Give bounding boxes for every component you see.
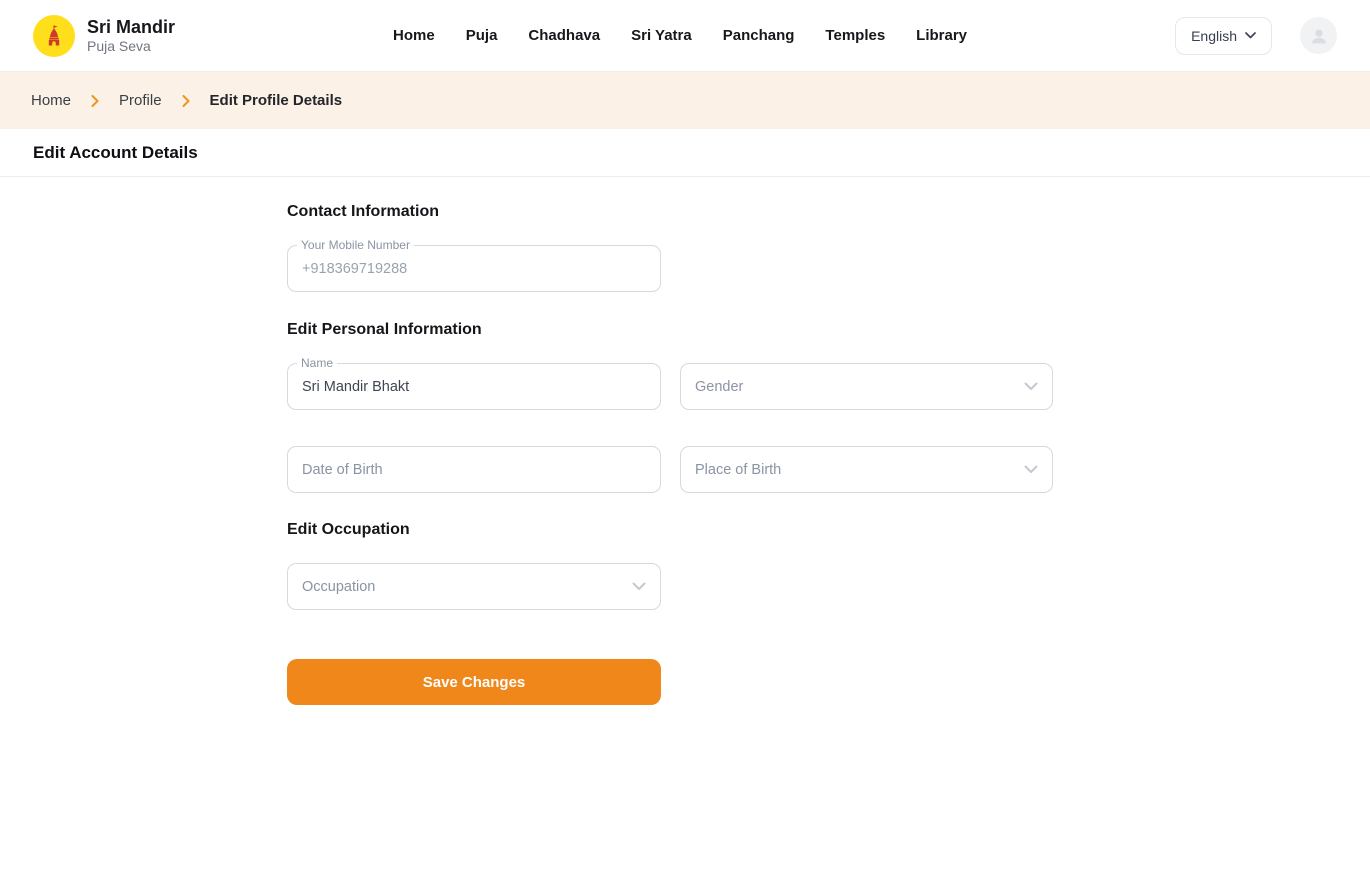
nav-item-temples[interactable]: Temples	[825, 27, 885, 44]
mobile-number-field: Your Mobile Number	[287, 245, 661, 292]
nav-item-home[interactable]: Home	[393, 27, 435, 44]
name-input[interactable]	[288, 364, 660, 409]
top-header: Sri Mandir Puja Seva Home Puja Chadhava …	[0, 0, 1370, 72]
page-title: Edit Account Details	[33, 143, 198, 163]
place-of-birth-placeholder: Place of Birth	[695, 462, 781, 478]
language-selector[interactable]: English	[1175, 17, 1272, 55]
dob-field	[287, 446, 661, 493]
main-nav: Home Puja Chadhava Sri Yatra Panchang Te…	[305, 27, 1055, 44]
occupation-placeholder: Occupation	[302, 579, 375, 595]
brand-subtitle: Puja Seva	[87, 38, 175, 54]
save-changes-button[interactable]: Save Changes	[287, 659, 661, 705]
chevron-right-icon	[91, 95, 99, 107]
chevron-down-icon	[1024, 382, 1038, 391]
gender-select[interactable]: Gender	[680, 363, 1053, 410]
place-of-birth-select[interactable]: Place of Birth	[680, 446, 1053, 493]
occupation-heading: Edit Occupation	[287, 521, 1370, 539]
language-label: English	[1191, 28, 1237, 44]
nav-item-puja[interactable]: Puja	[466, 27, 498, 44]
chevron-right-icon	[182, 95, 190, 107]
breadcrumb: Home Profile Edit Profile Details	[0, 72, 1370, 129]
chevron-down-icon	[1024, 465, 1038, 474]
breadcrumb-home[interactable]: Home	[31, 92, 71, 109]
nav-item-chadhava[interactable]: Chadhava	[528, 27, 600, 44]
edit-account-form: Contact Information Your Mobile Number E…	[0, 177, 1370, 705]
chevron-down-icon	[632, 582, 646, 591]
nav-item-library[interactable]: Library	[916, 27, 967, 44]
nav-item-sri-yatra[interactable]: Sri Yatra	[631, 27, 692, 44]
page-title-bar: Edit Account Details	[0, 129, 1370, 177]
name-field: Name	[287, 363, 661, 410]
contact-info-heading: Contact Information	[287, 203, 1370, 221]
temple-logo-icon	[33, 15, 75, 57]
brand-title: Sri Mandir	[87, 17, 175, 38]
brand-text: Sri Mandir Puja Seva	[87, 17, 175, 54]
profile-avatar[interactable]	[1300, 17, 1337, 54]
brand-logo[interactable]: Sri Mandir Puja Seva	[33, 15, 175, 57]
nav-item-panchang[interactable]: Panchang	[723, 27, 795, 44]
breadcrumb-current: Edit Profile Details	[210, 92, 343, 109]
gender-placeholder: Gender	[695, 379, 743, 395]
chevron-down-icon	[1245, 32, 1256, 39]
mobile-number-input[interactable]	[288, 246, 660, 291]
personal-info-heading: Edit Personal Information	[287, 321, 1370, 339]
dob-input[interactable]	[288, 447, 660, 492]
occupation-select[interactable]: Occupation	[287, 563, 661, 610]
breadcrumb-profile[interactable]: Profile	[119, 92, 162, 109]
header-right: English	[1175, 17, 1337, 55]
